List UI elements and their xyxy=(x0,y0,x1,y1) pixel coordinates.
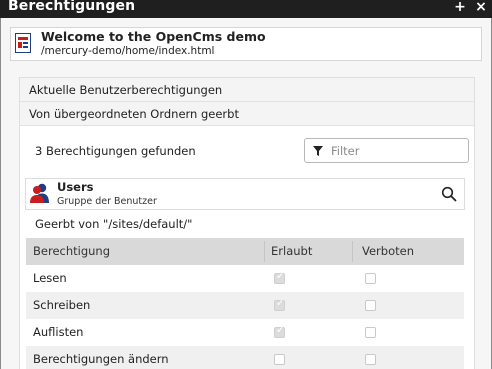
denied-checkbox[interactable] xyxy=(365,354,376,365)
filter-placeholder: Filter xyxy=(331,144,360,158)
permission-label: Lesen xyxy=(33,271,67,285)
column-header-permission: Berechtigung xyxy=(33,244,111,258)
permissions-panel: Aktuelle Benutzerberechtigungen Von über… xyxy=(19,77,475,369)
allowed-checkbox[interactable]: ✓ xyxy=(274,298,285,311)
allowed-checkbox[interactable]: ✓ xyxy=(274,325,285,338)
denied-checkbox[interactable] xyxy=(365,273,376,284)
resource-title: Welcome to the OpenCms demo xyxy=(41,29,266,44)
column-header-allowed: Erlaubt xyxy=(271,244,313,258)
search-icon[interactable] xyxy=(441,186,457,202)
permission-label: Berechtigungen ändern xyxy=(33,352,169,366)
maximize-icon[interactable]: + xyxy=(453,0,467,15)
page-icon xyxy=(15,33,31,53)
resource-info-card: Welcome to the OpenCms demo /mercury-dem… xyxy=(10,27,482,61)
permissions-dialog: Welcome to the OpenCms demo /mercury-dem… xyxy=(0,18,492,369)
allowed-checkbox[interactable]: ✓ xyxy=(274,271,285,284)
close-icon[interactable]: × xyxy=(474,0,488,15)
tab-inherited-permissions[interactable]: Von übergeordneten Ordnern geerbt xyxy=(20,102,474,126)
principal-name: Users xyxy=(57,180,94,194)
principal-type: Gruppe der Benutzer xyxy=(57,196,157,207)
permission-label: Auflisten xyxy=(33,325,84,339)
principal-row: Users Gruppe der Benutzer xyxy=(25,178,465,210)
window-titlebar: Berechtigungen + × xyxy=(0,0,492,18)
tab-current-permissions[interactable]: Aktuelle Benutzerberechtigungen xyxy=(20,78,474,102)
permission-label: Schreiben xyxy=(33,298,91,312)
table-row: Berechtigungen ändern xyxy=(26,346,464,369)
results-count: 3 Berechtigungen gefunden xyxy=(35,144,196,158)
allowed-checkbox[interactable] xyxy=(274,354,285,365)
denied-checkbox[interactable] xyxy=(365,300,376,311)
table-header: Berechtigung Erlaubt Verboten xyxy=(26,238,464,265)
table-row: Auflisten ✓ xyxy=(26,319,464,346)
denied-checkbox[interactable] xyxy=(365,327,376,338)
column-header-denied: Verboten xyxy=(362,244,414,258)
window-title: Berechtigungen xyxy=(8,0,136,14)
table-row: Lesen ✓ xyxy=(26,265,464,292)
filter-icon xyxy=(313,146,323,156)
filter-input[interactable]: Filter xyxy=(304,138,469,163)
users-group-icon xyxy=(30,183,49,203)
inherited-from-label: Geerbt von "/sites/default/" xyxy=(35,217,193,231)
resource-path: /mercury-demo/home/index.html xyxy=(41,45,215,57)
table-row: Schreiben ✓ xyxy=(26,292,464,319)
